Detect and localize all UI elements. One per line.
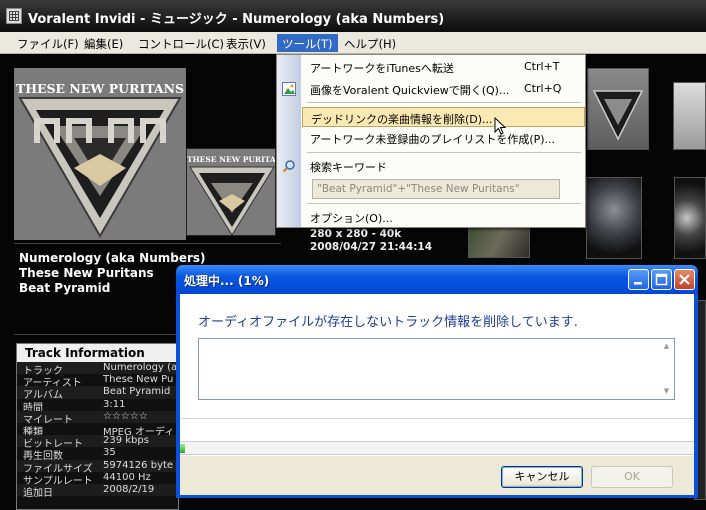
image-icon [282, 82, 296, 96]
track-info-header: Track Information [17, 344, 178, 362]
maximize-icon [655, 273, 668, 286]
dialog-separator [180, 418, 694, 419]
thumbnail[interactable] [587, 68, 649, 150]
menu-item-shortcut: Ctrl+T [524, 60, 560, 73]
menu-item-label: デッドリンクの楽曲情報を削除(D)... [311, 113, 493, 126]
menu-tools[interactable]: ツール(T) [277, 34, 338, 52]
menu-separator [307, 102, 581, 103]
minimize-button[interactable] [628, 269, 649, 290]
search-icon [282, 160, 295, 173]
dialog-button-area: キャンセル OK [180, 456, 694, 495]
info-value: 44100 Hz [103, 471, 151, 483]
window-title: Voralent Invidi - ミュージック - Numerology (a… [28, 12, 445, 27]
maximize-button[interactable] [651, 269, 672, 290]
menu-edit[interactable]: 編集(E) [79, 34, 128, 52]
menu-view[interactable]: 表示(V) [221, 34, 271, 52]
track-info-row: ファイルサイズ 5974126 byte [17, 459, 178, 475]
info-key: 追加日 [23, 487, 53, 499]
menu-item-label: 検索キーワード [310, 161, 387, 174]
album-artwork-small[interactable]: THESE NEW PURITANS [186, 148, 276, 236]
menu-item-options[interactable]: オプション(O)... [302, 207, 585, 227]
track-info-row: サンプルレート 44100 Hz [17, 471, 178, 487]
menu-item-label: 画像をVoralent Quickviewで開く(Q)... [310, 84, 510, 97]
track-info-panel: Track Information トラック Numerology (a アーティ… [16, 343, 179, 510]
image-size-info: 280 x 280 - 40k [310, 228, 402, 240]
menu-bar: ファイル(F) 編集(E) コントロール(C) 表示(V) ツール(T) ヘルプ… [0, 32, 706, 54]
info-value: 239 kbps [103, 435, 149, 447]
track-info-row: 種類 MPEG オーディ [17, 423, 178, 438]
menu-help[interactable]: ヘルプ(H) [339, 34, 401, 52]
menu-item-search-keyword[interactable]: 検索キーワード [302, 156, 585, 176]
track-info-row: アルバム Beat Pyramid [17, 386, 178, 401]
menu-item-open-quickview[interactable]: 画像をVoralent Quickviewで開く(Q)... Ctrl+Q [302, 79, 585, 99]
thumbnail[interactable] [674, 177, 706, 259]
info-value: 35 [103, 447, 116, 459]
scroll-down-icon[interactable]: ▼ [661, 386, 672, 397]
log-text-area[interactable]: ▲ ▼ [198, 338, 675, 400]
track-info-row: 追加日 2008/2/19 [17, 483, 178, 499]
dialog-title: 処理中... (1%) [184, 274, 270, 288]
mouse-cursor-icon [494, 117, 506, 135]
minimize-icon [634, 282, 642, 285]
menu-item-label: オプション(O)... [310, 212, 393, 225]
rating-stars[interactable]: ☆☆☆☆☆ [103, 411, 148, 422]
info-value: Numerology (a [103, 362, 178, 373]
progress-dialog: 処理中... (1%) オーディオファイルが存在しないトラック情報を削除していま… [176, 265, 698, 498]
image-date-info: 2008/04/27 21:44:14 [310, 241, 433, 253]
track-info-list: トラック Numerology (a アーティスト These New Pu アルバ… [17, 362, 178, 499]
track-info-row: 時間 3:11 [17, 398, 178, 414]
close-icon [679, 274, 690, 285]
artwork-band-text: THESE NEW PURITANS [15, 81, 185, 96]
close-button[interactable] [674, 269, 695, 290]
dialog-message: オーディオファイルが存在しないトラック情報を削除しています. [198, 315, 578, 330]
track-info-row: マイレート ☆☆☆☆☆ [17, 410, 178, 426]
album-artwork-large[interactable]: THESE NEW PURITANS [14, 68, 186, 240]
now-playing-artist: These New Puritans [19, 266, 154, 280]
search-keyword-field[interactable]: "Beat Pyramid"+"These New Puritans" [312, 179, 560, 199]
menu-item-transfer-artwork[interactable]: アートワークをiTunesへ転送 Ctrl+T [302, 57, 585, 77]
info-value: Beat Pyramid [103, 386, 171, 398]
thumbnail[interactable] [586, 177, 642, 259]
menu-icon-strip [277, 55, 301, 227]
dialog-title-bar: 処理中... (1%) [176, 265, 698, 294]
info-value: 3:11 [103, 398, 126, 410]
app-icon [6, 8, 22, 24]
now-playing-track: Numerology (aka Numbers) [19, 251, 206, 265]
track-info-row: 再生回数 35 [17, 447, 178, 462]
info-value: 5974126 byte [103, 459, 174, 471]
ok-button[interactable]: OK [591, 466, 673, 488]
menu-item-label: アートワークをiTunesへ転送 [310, 62, 454, 75]
info-value: These New Pu [103, 374, 174, 386]
cancel-button[interactable]: キャンセル [501, 466, 583, 488]
title-bar: Voralent Invidi - ミュージック - Numerology (a… [0, 0, 706, 32]
menu-separator [307, 152, 581, 153]
menu-item-delete-dead-links[interactable]: デッドリンクの楽曲情報を削除(D)... [302, 107, 585, 127]
menu-item-label: アートワーク未登録曲のプレイリストを作成(P)... [310, 133, 556, 146]
dialog-body: オーディオファイルが存在しないトラック情報を削除しています. ▲ ▼ キャンセル… [180, 294, 694, 495]
track-info-row: アーティスト These New Pu [17, 374, 178, 389]
tools-menu: アートワークをiTunesへ転送 Ctrl+T 画像をVoralent Quic… [276, 54, 586, 228]
now-playing-album: Beat Pyramid [19, 281, 111, 295]
thumbnail-graphic [592, 90, 644, 141]
track-info-row: トラック Numerology (a [17, 362, 178, 377]
divider [14, 243, 281, 244]
menu-control[interactable]: コントロール(C) [133, 34, 229, 52]
menu-separator [307, 203, 581, 204]
scroll-up-icon[interactable]: ▲ [661, 341, 672, 352]
progress-bar [180, 441, 694, 455]
progress-fill [180, 444, 185, 453]
thumbnail[interactable] [673, 82, 706, 150]
info-value: 2008/2/19 [103, 483, 155, 495]
track-info-row: ビットレート 239 kbps [17, 435, 178, 450]
menu-file[interactable]: ファイル(F) [12, 34, 84, 52]
artwork-small-band-text: THESE NEW PURITANS [187, 155, 276, 164]
menu-item-shortcut: Ctrl+Q [524, 82, 562, 95]
menu-item-create-playlist[interactable]: アートワーク未登録曲のプレイリストを作成(P)... [302, 128, 585, 148]
